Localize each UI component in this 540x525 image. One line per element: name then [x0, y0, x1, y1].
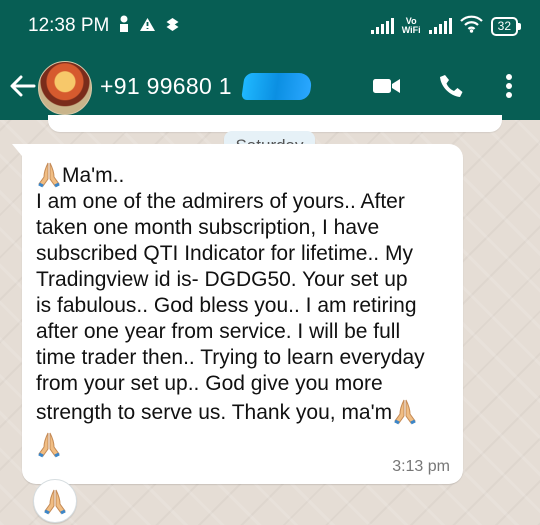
- vowifi-bottom-label: WiFi: [401, 25, 421, 35]
- redaction-mark: [241, 73, 313, 100]
- wifi-icon: [459, 15, 483, 38]
- warning-icon: [139, 16, 156, 37]
- message-line: [36, 430, 456, 459]
- vowifi-indicator: Vo WiFi: [402, 17, 421, 35]
- message-line: from your set up.. God give you more: [36, 372, 383, 395]
- previous-message-edge: [48, 115, 502, 132]
- cell-signal-icon: [370, 18, 394, 34]
- message-line: taken one month subscription, I have: [36, 216, 380, 239]
- more-vert-icon[interactable]: [505, 73, 513, 99]
- phone-icon[interactable]: [438, 73, 464, 99]
- message-line: time trader then.. Trying to learn every…: [36, 346, 425, 369]
- video-call-icon[interactable]: [372, 76, 401, 96]
- message-line: Ma'm..: [36, 160, 456, 189]
- message-time: 3:13 pm: [392, 458, 450, 475]
- message-line: strength to serve us. Thank you, ma'm: [36, 397, 456, 426]
- avatar[interactable]: [38, 61, 92, 115]
- folded-hands-icon: [36, 430, 62, 458]
- folded-hands-icon: [44, 489, 66, 515]
- message-line-text: strength to serve us. Thank you, ma'm: [36, 401, 393, 424]
- message-line: I am one of the admirers of yours.. Afte…: [36, 190, 405, 213]
- message-bubble[interactable]: Ma'm.. I am one of the admirers of yours…: [12, 144, 463, 484]
- message-line: after one year from service. I will be f…: [36, 320, 401, 343]
- message-line: Tradingview id is- DGDG50. Your set up: [36, 268, 408, 291]
- battery-indicator: 32: [490, 16, 522, 36]
- status-bar: 12:38 PM Vo WiFi 32: [0, 0, 540, 52]
- dropbox-icon: [165, 16, 180, 37]
- chat-header: +91 99680 1: [0, 52, 540, 120]
- contact-number[interactable]: +91 99680 1: [100, 73, 232, 100]
- message-text: Ma'm.. I am one of the admirers of yours…: [36, 160, 456, 459]
- status-time: 12:38 PM: [28, 15, 110, 36]
- second-signal-icon: [428, 18, 452, 34]
- message-line: is fabulous.. God bless you.. I am retir…: [36, 294, 417, 317]
- back-arrow-icon[interactable]: [10, 74, 36, 98]
- message-line: subscribed QTI Indicator for lifetime.. …: [36, 242, 413, 265]
- folded-hands-icon: [36, 160, 62, 188]
- folded-hands-icon: [392, 397, 418, 425]
- message-line-text: Ma'm..: [62, 164, 125, 187]
- message-reaction[interactable]: [33, 479, 77, 523]
- person-notification-icon: [118, 15, 130, 37]
